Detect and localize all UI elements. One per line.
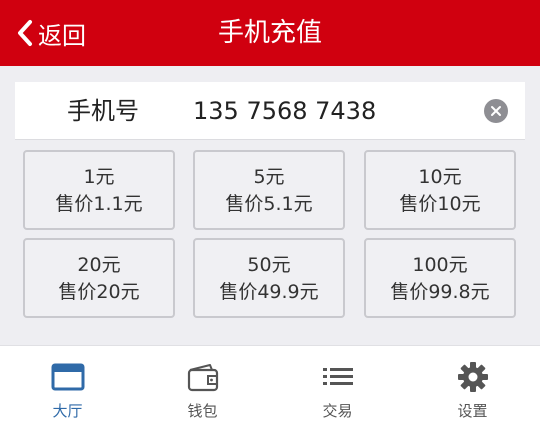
tab-label: 设置: [457, 402, 488, 420]
recharge-option-100[interactable]: 100元 售价99.8元: [364, 238, 516, 318]
phone-input[interactable]: [193, 91, 473, 131]
option-price: 售价99.8元: [390, 281, 490, 303]
close-icon: [491, 106, 501, 116]
option-amount: 5元: [253, 166, 285, 188]
tab-settings[interactable]: 设置: [405, 346, 540, 430]
option-amount: 20元: [77, 254, 121, 276]
wallet-icon: [185, 360, 221, 394]
lobby-icon: [50, 360, 86, 394]
recharge-option-20[interactable]: 20元 售价20元: [23, 238, 175, 318]
phone-label: 手机号: [67, 97, 139, 125]
option-price: 售价20元: [58, 281, 140, 303]
clear-button[interactable]: [484, 99, 508, 123]
option-price: 售价1.1元: [55, 193, 143, 215]
list-icon: [320, 360, 356, 394]
gear-icon: [455, 360, 491, 394]
bottom-tab-bar: 大厅 钱包 交易 设置: [0, 345, 540, 430]
recharge-option-5[interactable]: 5元 售价5.1元: [193, 150, 345, 230]
recharge-option-1[interactable]: 1元 售价1.1元: [23, 150, 175, 230]
option-amount: 50元: [247, 254, 291, 276]
option-price: 售价10元: [399, 193, 481, 215]
tab-label: 大厅: [52, 402, 83, 420]
option-price: 售价49.9元: [219, 281, 319, 303]
tab-lobby[interactable]: 大厅: [0, 346, 135, 430]
option-amount: 1元: [83, 166, 115, 188]
phone-row: 手机号: [15, 82, 525, 140]
top-bar: 返回 手机充值: [0, 0, 540, 66]
tab-label: 钱包: [187, 402, 218, 420]
tab-wallet[interactable]: 钱包: [135, 346, 270, 430]
tab-label: 交易: [322, 402, 353, 420]
option-amount: 10元: [418, 166, 462, 188]
option-price: 售价5.1元: [225, 193, 313, 215]
recharge-option-50[interactable]: 50元 售价49.9元: [193, 238, 345, 318]
recharge-option-10[interactable]: 10元 售价10元: [364, 150, 516, 230]
tab-trade[interactable]: 交易: [270, 346, 405, 430]
page-title: 手机充值: [217, 18, 322, 48]
option-amount: 100元: [412, 254, 468, 276]
